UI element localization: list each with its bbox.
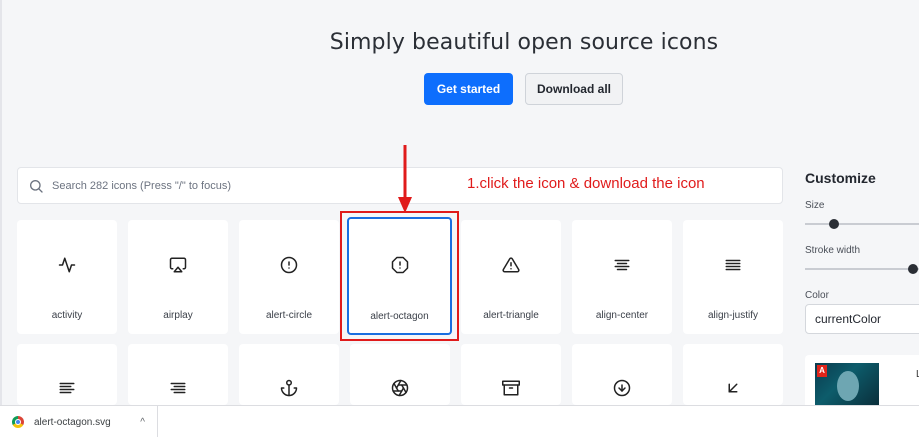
search-icon xyxy=(30,179,43,193)
icon-card-arrow-down-left[interactable] xyxy=(683,344,783,405)
ad-image[interactable]: A xyxy=(815,363,879,411)
adobe-logo-icon: A xyxy=(817,365,827,377)
icon-card-alert-triangle[interactable]: alert-triangle xyxy=(461,220,561,334)
page-left-border xyxy=(0,0,2,405)
hero-title: Simply beautiful open source icons xyxy=(329,30,719,55)
icon-card-alert-circle[interactable]: alert-circle xyxy=(239,220,339,334)
stroke-width-label: Stroke width xyxy=(805,245,861,256)
size-slider[interactable] xyxy=(805,223,919,225)
download-all-button[interactable]: Download all xyxy=(525,73,623,105)
icon-card-aperture[interactable] xyxy=(350,344,450,405)
aperture-icon xyxy=(391,379,409,397)
customize-title: Customize xyxy=(805,170,876,186)
icon-card-archive[interactable] xyxy=(461,344,561,405)
chevron-up-icon[interactable]: ^ xyxy=(140,417,145,428)
download-item[interactable]: alert-octagon.svg ^ xyxy=(0,406,158,437)
icon-card-align-center[interactable]: align-center xyxy=(572,220,672,334)
annotation-text: 1.click the icon & download the icon xyxy=(467,175,705,192)
size-slider-thumb[interactable] xyxy=(829,219,839,229)
size-label: Size xyxy=(805,200,825,211)
browser-download-bar: alert-octagon.svg ^ xyxy=(0,405,919,437)
airplay-icon xyxy=(169,257,187,273)
icon-card-label: alert-circle xyxy=(265,310,313,321)
ad-face-figure xyxy=(837,371,859,401)
search-input[interactable] xyxy=(52,179,352,192)
align-left-icon xyxy=(59,382,75,394)
icon-card-label: alert-triangle xyxy=(483,310,539,321)
color-label: Color xyxy=(805,290,829,301)
color-input[interactable]: currentColor xyxy=(805,304,919,334)
get-started-button[interactable]: Get started xyxy=(424,73,513,105)
icon-card-airplay[interactable]: airplay xyxy=(128,220,228,334)
download-filename[interactable]: alert-octagon.svg xyxy=(34,417,111,428)
icon-card-align-justify[interactable]: align-justify xyxy=(683,220,783,334)
icon-card-activity[interactable]: activity xyxy=(17,220,117,334)
align-justify-icon xyxy=(725,259,741,271)
alert-circle-icon xyxy=(280,256,298,274)
icon-card-anchor[interactable] xyxy=(239,344,339,405)
arrow-down-left-icon xyxy=(728,383,738,393)
arrow-down-circle-icon xyxy=(613,379,631,397)
annotation-arrow-icon xyxy=(398,145,412,213)
stroke-width-slider-thumb[interactable] xyxy=(908,264,918,274)
annotation-highlight-box xyxy=(340,211,459,341)
icon-card-arrow-down-circle[interactable] xyxy=(572,344,672,405)
archive-icon xyxy=(502,380,520,396)
icon-card-label: align-justify xyxy=(707,310,759,321)
icon-card-align-left[interactable] xyxy=(17,344,117,405)
alert-triangle-icon xyxy=(502,257,520,273)
icon-card-label: airplay xyxy=(163,310,193,321)
icon-card-label: align-center xyxy=(595,310,649,321)
chrome-icon xyxy=(12,416,24,428)
stroke-width-slider[interactable] xyxy=(805,268,919,270)
icon-card-label: activity xyxy=(51,310,83,321)
anchor-icon xyxy=(280,379,298,397)
activity-icon xyxy=(58,257,76,273)
icon-card-align-right[interactable] xyxy=(128,344,228,405)
align-center-icon xyxy=(614,259,630,271)
align-right-icon xyxy=(170,382,186,394)
